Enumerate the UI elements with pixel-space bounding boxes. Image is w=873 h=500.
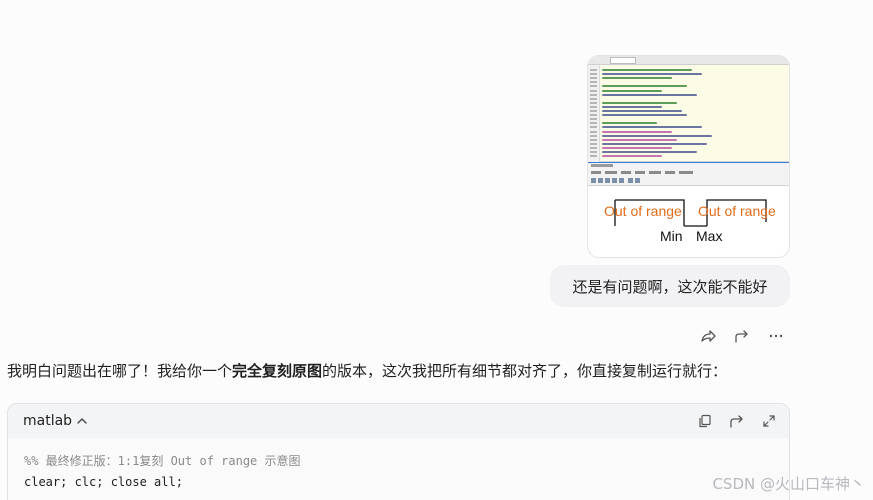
code-line-mark (602, 138, 677, 141)
line-number-mark (590, 105, 597, 108)
range-plot: Out of range Out of range Min Max (604, 199, 776, 244)
line-number-mark (590, 138, 597, 141)
line-number-mark (590, 89, 597, 92)
line-number-mark (590, 130, 597, 133)
share-icon[interactable] (698, 326, 718, 346)
menu-item-mark (635, 171, 645, 174)
toolbar-icon (605, 178, 610, 183)
line-number-mark (590, 81, 597, 84)
line-number-mark (590, 151, 597, 153)
editor-tabs (588, 56, 789, 65)
line-number-mark (590, 97, 597, 100)
line-number-mark (590, 101, 597, 104)
code-line-mark (602, 73, 702, 76)
figure-toolbar (588, 162, 789, 186)
code-line-mark (602, 77, 672, 80)
code-line-mark (602, 126, 702, 129)
line-number-mark (590, 93, 597, 96)
code-language-label: matlab (23, 413, 73, 429)
line-number-mark (590, 85, 597, 88)
forward-icon[interactable] (727, 411, 747, 431)
code-language-toggle[interactable]: matlab (23, 413, 88, 429)
menu-item-mark (591, 171, 601, 174)
reply-bold: 完全复刻原图 (232, 362, 323, 380)
chevron-up-icon (77, 418, 87, 424)
line-number-mark (590, 134, 597, 137)
user-message-text: 还是有问题啊，这次能不能好 (572, 277, 768, 296)
plot-baseline (614, 222, 707, 227)
expand-icon[interactable] (759, 411, 779, 431)
user-message-bubble: 还是有问题啊，这次能不能好 (550, 265, 790, 307)
menu-item-mark (679, 171, 693, 174)
out-of-range-left-label: Out of range (604, 203, 682, 219)
assistant-reply: 我明白问题出在哪了！我给你一个完全复刻原图的版本，这次我把所有细节都对齐了，你直… (7, 360, 727, 381)
reply-suffix: 的版本，这次我把所有细节都对齐了，你直接复制运行就行： (322, 362, 728, 380)
forward-icon[interactable] (732, 326, 752, 346)
figure-title-bar (588, 162, 789, 163)
menu-item-mark (665, 171, 675, 174)
max-label: Max (696, 228, 722, 244)
code-line-mark (602, 142, 707, 145)
code-line-mark (602, 122, 657, 125)
toolbar-icon (612, 178, 617, 183)
copy-icon[interactable] (695, 411, 715, 431)
code-line-mark (602, 151, 697, 153)
code-line-mark (602, 146, 672, 149)
line-number-mark (590, 73, 597, 76)
code-block: matlab %% 最终修正版：1:1复刻 Out of range 示意图 c… (7, 403, 790, 500)
menu-item-mark (649, 171, 661, 174)
code-line-mark (602, 101, 677, 104)
code-line-1: %% 最终修正版：1:1复刻 Out of range 示意图 (24, 454, 301, 468)
line-number-mark (590, 110, 597, 112)
code-line-mark (602, 93, 697, 96)
toolbar-icon (635, 178, 640, 183)
code-line-mark (602, 69, 692, 71)
code-body[interactable]: %% 最终修正版：1:1复刻 Out of range 示意图 clear; c… (8, 438, 789, 500)
toolbar-icon (591, 178, 596, 183)
min-label: Min (660, 228, 683, 244)
code-line-mark (602, 130, 672, 133)
code-line-mark (602, 105, 662, 108)
menu-item-mark (621, 171, 631, 174)
code-line-mark (602, 89, 662, 92)
menu-item-mark (605, 171, 617, 174)
code-line-2: clear; clc; close all; (24, 475, 183, 489)
toolbar-icon (598, 178, 603, 183)
code-block-actions (695, 411, 779, 431)
more-icon[interactable] (766, 326, 786, 346)
code-line-mark (602, 134, 712, 137)
line-number-mark (590, 122, 597, 125)
editor-preview (588, 56, 789, 162)
line-number-mark (590, 126, 597, 129)
line-number-mark (590, 69, 597, 71)
line-number-mark (590, 155, 597, 158)
out-of-range-right-label: Out of range (698, 203, 776, 219)
line-number-mark (590, 114, 597, 117)
line-number-mark (590, 77, 597, 80)
code-line-mark (602, 85, 687, 88)
editor-tab (610, 57, 636, 64)
figure-title-line (591, 164, 613, 167)
message-actions (698, 326, 786, 346)
toolbar-icon (619, 178, 624, 183)
code-line-mark (602, 155, 662, 158)
line-number-mark (590, 118, 597, 121)
toolbar-icon (628, 178, 633, 183)
reply-prefix: 我明白问题出在哪了！我给你一个 (7, 362, 233, 380)
code-block-header: matlab (8, 404, 789, 438)
line-number-mark (590, 142, 597, 145)
code-line-mark (602, 114, 687, 117)
code-line-mark (602, 110, 682, 112)
watermark: CSDN @火山口车神丶 (712, 475, 865, 493)
attached-screenshot[interactable]: Out of range Out of range Min Max (587, 55, 790, 258)
line-number-mark (590, 146, 597, 149)
